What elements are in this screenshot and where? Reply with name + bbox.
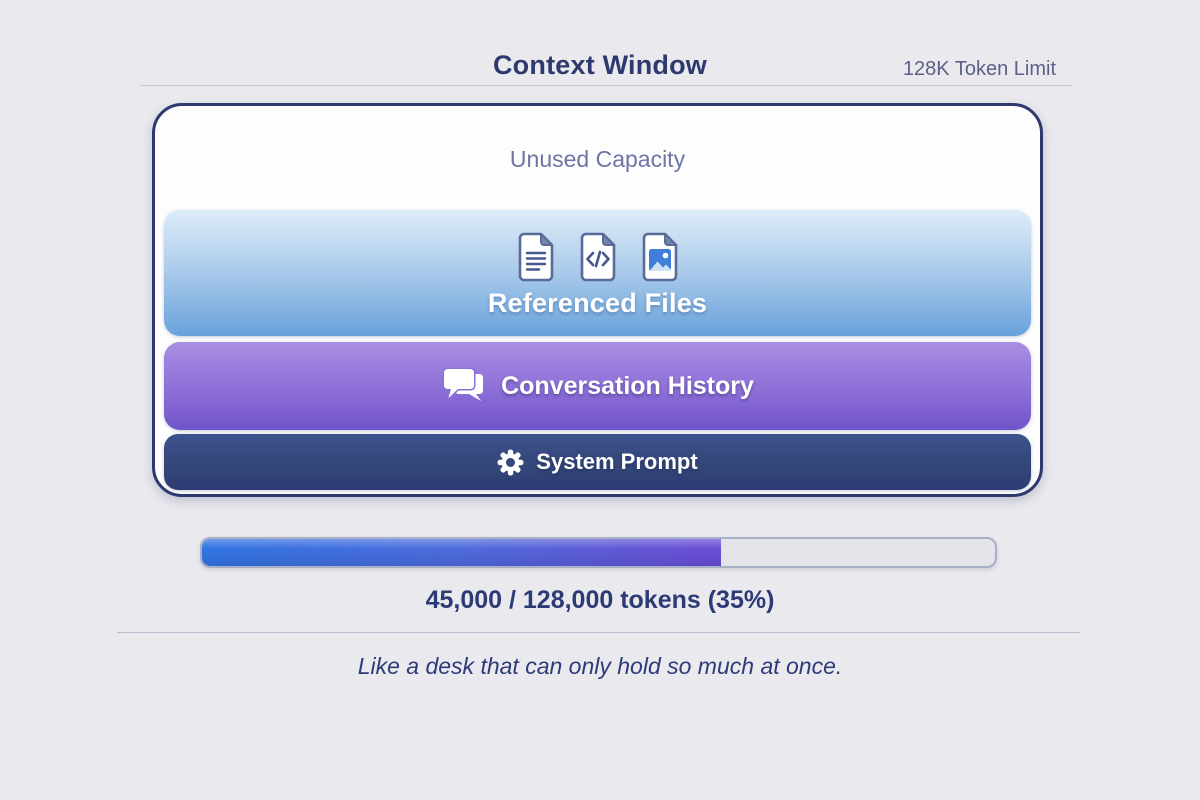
section-conversation-history: Conversation History <box>164 342 1031 430</box>
conversation-history-label: Conversation History <box>501 372 754 401</box>
progress-fill <box>202 539 721 566</box>
header-divider <box>140 85 1072 86</box>
section-system-prompt: System Prompt <box>164 434 1031 490</box>
code-file-icon <box>578 232 618 282</box>
referenced-files-label: Referenced Files <box>488 288 707 319</box>
token-count-label: 45,000 / 128,000 tokens (35%) <box>0 586 1200 615</box>
token-progress-track <box>200 537 997 568</box>
unused-capacity-label: Unused Capacity <box>155 146 1040 173</box>
caption-text: Like a desk that can only hold so much a… <box>0 653 1200 680</box>
file-icons-row <box>516 232 680 282</box>
footer-divider <box>117 632 1080 633</box>
chat-bubbles-icon <box>441 368 487 405</box>
page-background: { "header": { "title": "Context Window",… <box>0 0 1200 800</box>
gear-icon <box>497 449 524 476</box>
token-limit-label: 128K Token Limit <box>903 58 1056 81</box>
text-file-icon <box>516 232 556 282</box>
section-referenced-files: Referenced Files <box>164 210 1031 336</box>
image-file-icon <box>640 232 680 282</box>
context-window-box: Unused Capacity <box>152 103 1043 497</box>
system-prompt-label: System Prompt <box>536 449 697 475</box>
